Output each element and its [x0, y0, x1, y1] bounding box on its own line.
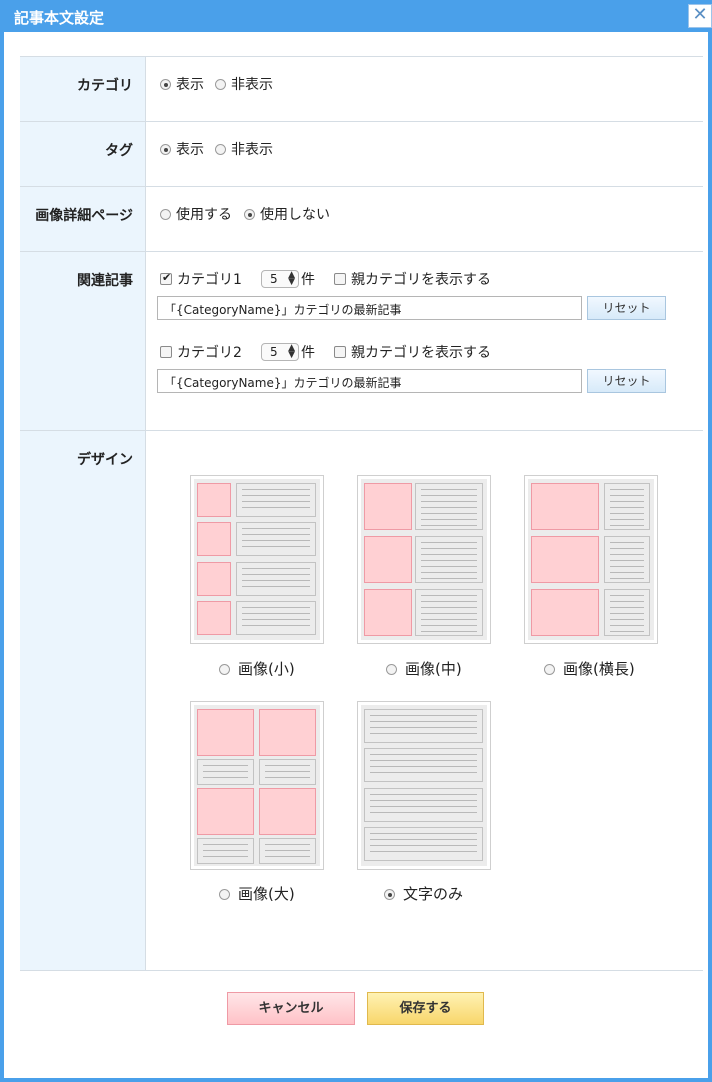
related-category2-parent-checkbox[interactable]: [334, 346, 346, 358]
related-category1-count-stepper[interactable]: 5 ▲ ▼: [261, 270, 299, 288]
design-image-wide-preview[interactable]: [524, 475, 658, 644]
tag-show-radio[interactable]: [160, 144, 171, 155]
related-category2-title-input[interactable]: 「{CategoryName}」カテゴリの最新記事: [157, 369, 582, 393]
design-image-large-preview[interactable]: [190, 701, 324, 870]
design-image-small-radio[interactable]: [219, 664, 230, 675]
related-category2-unit: 件: [301, 345, 315, 361]
image-page-label: 画像詳細ページ: [35, 208, 133, 224]
title-bar: 記事本文設定 ✕: [4, 0, 712, 32]
related-category1-reset-button[interactable]: リセット: [587, 296, 666, 320]
related-category2-checkbox[interactable]: [160, 346, 172, 358]
image-page-use-radio[interactable]: [160, 209, 171, 220]
related-category1-unit: 件: [301, 272, 315, 288]
related-articles-label: 関連記事: [77, 273, 133, 289]
related-category2-reset-button[interactable]: リセット: [587, 369, 666, 393]
related-category1-parent-option[interactable]: 親カテゴリを表示する: [334, 269, 491, 289]
close-icon: ✕: [692, 4, 708, 25]
image-page-nouse-option[interactable]: 使用しない: [244, 204, 330, 224]
save-button[interactable]: 保存する: [367, 992, 484, 1025]
tag-hide-option[interactable]: 非表示: [215, 139, 273, 159]
related-articles-row: 関連記事 カテゴリ1 5▲▼ 件 親カテゴリを表示する 「{CategoryNa…: [20, 252, 703, 431]
design-image-small-preview[interactable]: [190, 475, 324, 644]
related-category2-parent-option[interactable]: 親カテゴリを表示する: [334, 342, 491, 362]
category-label: カテゴリ: [77, 78, 133, 94]
design-image-medium-preview[interactable]: [357, 475, 491, 644]
tag-row: タグ 表示 非表示: [20, 122, 703, 187]
image-page-nouse-radio[interactable]: [244, 209, 255, 220]
related-category1-option[interactable]: カテゴリ1: [160, 269, 242, 289]
related-category2-count-stepper[interactable]: 5 ▲ ▼: [261, 343, 299, 361]
close-button[interactable]: ✕: [688, 4, 712, 28]
design-image-wide-option[interactable]: 画像(横長): [544, 658, 635, 679]
design-text-only-preview[interactable]: [357, 701, 491, 870]
related-category1-parent-checkbox[interactable]: [334, 273, 346, 285]
category-hide-radio[interactable]: [215, 79, 226, 90]
stepper-arrows-icon: ▲ ▼: [288, 343, 295, 360]
design-image-small-option[interactable]: 画像(小): [219, 658, 295, 679]
category-show-radio[interactable]: [160, 79, 171, 90]
settings-form: カテゴリ 表示 非表示 タグ 表示 非表示 画像詳細ページ 使用する 使用しない…: [20, 56, 703, 971]
tag-show-option[interactable]: 表示: [160, 139, 204, 159]
design-text-only-option[interactable]: 文字のみ: [384, 883, 463, 904]
cancel-button[interactable]: キャンセル: [227, 992, 355, 1025]
stepper-arrows-icon: ▲ ▼: [288, 270, 295, 287]
category-hide-option[interactable]: 非表示: [215, 74, 273, 94]
design-image-large-radio[interactable]: [219, 889, 230, 900]
tag-label: タグ: [105, 143, 133, 159]
image-page-row: 画像詳細ページ 使用する 使用しない: [20, 187, 703, 252]
design-image-medium-option[interactable]: 画像(中): [386, 658, 462, 679]
image-page-use-option[interactable]: 使用する: [160, 204, 232, 224]
related-category1-title-input[interactable]: 「{CategoryName}」カテゴリの最新記事: [157, 296, 582, 320]
dialog-title: 記事本文設定: [14, 9, 105, 27]
design-text-only-radio[interactable]: [384, 889, 395, 900]
related-category1-checkbox[interactable]: [160, 271, 172, 285]
design-row: デザイン 画像(小) 画像(中) 画像(横長) 画像(大) 文字のみ: [20, 431, 703, 971]
category-show-option[interactable]: 表示: [160, 74, 204, 94]
design-image-large-option[interactable]: 画像(大): [219, 883, 295, 904]
article-body-settings-dialog: 記事本文設定 ✕ カテゴリ 表示 非表示 タグ 表示 非表示 画像詳細ページ 使…: [0, 0, 712, 1082]
design-image-medium-radio[interactable]: [386, 664, 397, 675]
related-category2-option[interactable]: カテゴリ2: [160, 342, 242, 362]
design-label: デザイン: [77, 452, 133, 468]
tag-hide-radio[interactable]: [215, 144, 226, 155]
category-row: カテゴリ 表示 非表示: [20, 57, 703, 122]
design-image-wide-radio[interactable]: [544, 664, 555, 675]
